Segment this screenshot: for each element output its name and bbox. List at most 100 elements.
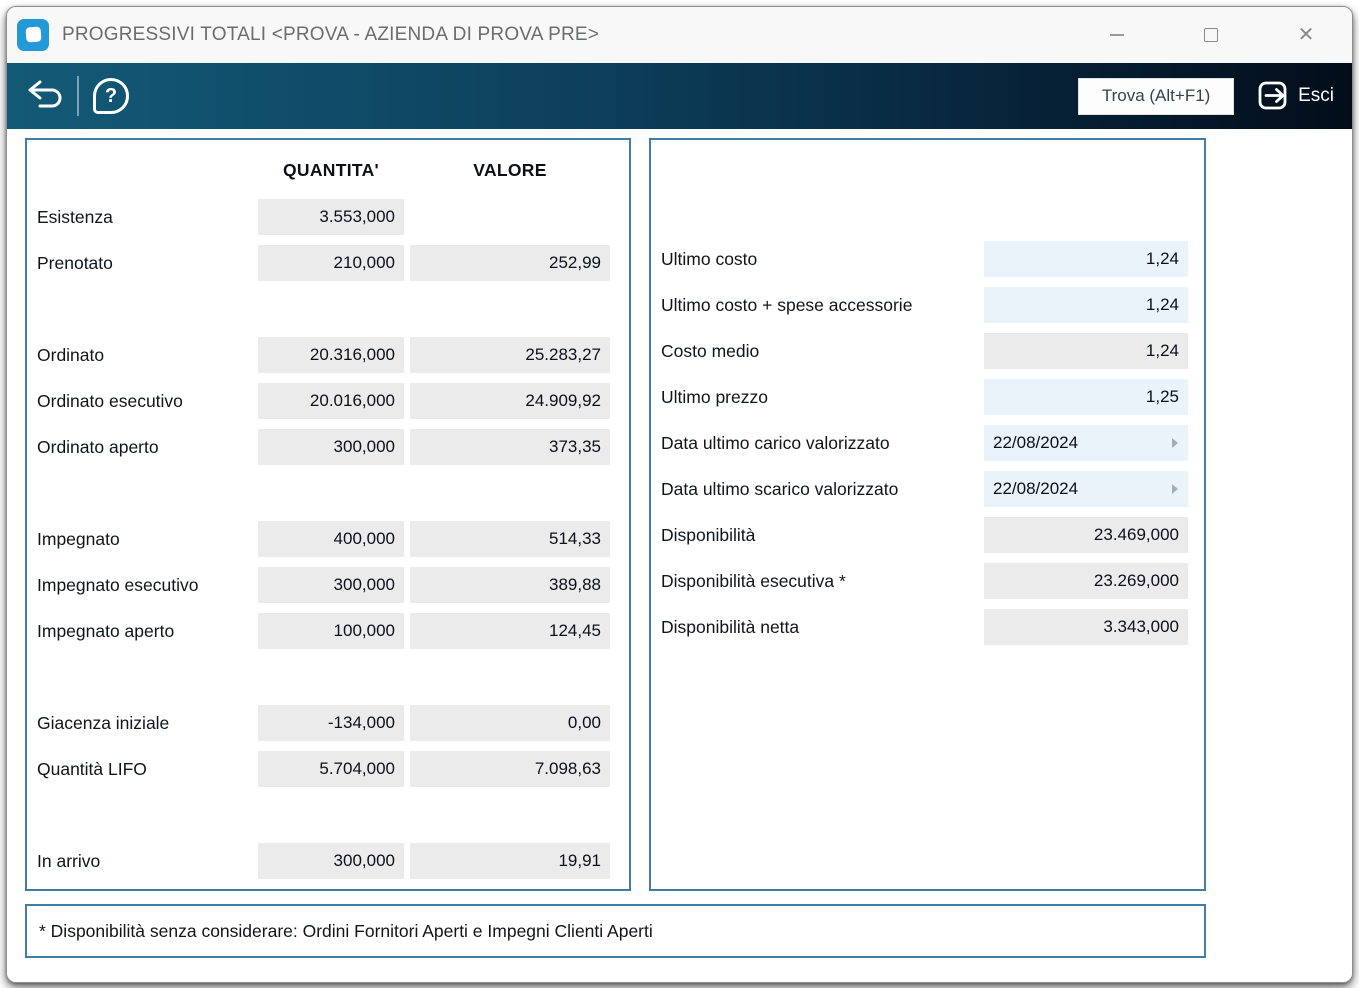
row-label: Impegnato aperto — [27, 621, 252, 642]
table-row-data-ultimo-carico: Data ultimo carico valorizzato 22/08/202… — [651, 420, 1204, 466]
chevron-right-icon — [1172, 438, 1178, 448]
data-ultimo-carico-field[interactable]: 22/08/2024 — [984, 425, 1188, 461]
table-row-disponibilita-esecutiva: Disponibilità esecutiva * 23.269,000 — [651, 558, 1204, 604]
disponibilita-field: 23.469,000 — [984, 517, 1188, 553]
table-row-quantita-lifo: Quantità LIFO 5.704,000 7.098,63 — [27, 746, 629, 792]
exit-button[interactable]: Esci — [1256, 79, 1334, 113]
table-row-costo-medio: Costo medio 1,24 — [651, 328, 1204, 374]
minimize-icon — [1110, 34, 1124, 36]
help-button[interactable]: ? — [85, 74, 137, 118]
help-icon: ? — [93, 78, 129, 114]
table-row-ordinato-aperto: Ordinato aperto 300,000 373,35 — [27, 424, 629, 470]
table-row-ultimo-costo: Ultimo costo 1,24 — [651, 236, 1204, 282]
impegnato-value-field: 514,33 — [410, 521, 610, 557]
table-row-ordinato-esecutivo: Ordinato esecutivo 20.016,000 24.909,92 — [27, 378, 629, 424]
undo-arrow-icon — [24, 79, 66, 113]
exit-button-label: Esci — [1298, 85, 1334, 107]
value-column-header: VALORE — [410, 160, 610, 181]
row-label: Ordinato — [27, 345, 252, 366]
date-value: 22/08/2024 — [993, 479, 1078, 498]
ordinato-aperto-quantity-field: 300,000 — [258, 429, 404, 465]
impegnato-esecutivo-value-field: 389,88 — [410, 567, 610, 603]
maximize-icon — [1204, 28, 1218, 42]
minimize-button[interactable] — [1089, 7, 1145, 63]
exit-icon — [1256, 79, 1290, 113]
content-area: QUANTITA' VALORE Esistenza 3.553,000 Pre… — [7, 129, 1352, 983]
table-row-impegnato-aperto: Impegnato aperto 100,000 124,45 — [27, 608, 629, 654]
costo-medio-field: 1,24 — [984, 333, 1188, 369]
row-label: Ultimo costo — [651, 249, 978, 270]
prenotato-value-field: 252,99 — [410, 245, 610, 281]
disponibilita-netta-field: 3.343,000 — [984, 609, 1188, 645]
quantita-lifo-quantity-field: 5.704,000 — [258, 751, 404, 787]
table-row-data-ultimo-scarico: Data ultimo scarico valorizzato 22/08/20… — [651, 466, 1204, 512]
table-row-disponibilita-netta: Disponibilità netta 3.343,000 — [651, 604, 1204, 650]
app-window: PROGRESSIVI TOTALI <PROVA - AZIENDA DI P… — [6, 6, 1353, 983]
quantity-column-header: QUANTITA' — [258, 160, 404, 181]
row-label: Costo medio — [651, 341, 978, 362]
row-label: Ultimo prezzo — [651, 387, 978, 408]
table-row-prenotato: Prenotato 210,000 252,99 — [27, 240, 629, 286]
table-row-ultimo-prezzo: Ultimo prezzo 1,25 — [651, 374, 1204, 420]
table-row-impegnato-esecutivo: Impegnato esecutivo 300,000 389,88 — [27, 562, 629, 608]
row-spacer — [27, 792, 629, 838]
impegnato-esecutivo-quantity-field: 300,000 — [258, 567, 404, 603]
row-label: Disponibilità — [651, 525, 978, 546]
ultimo-costo-spese-field[interactable]: 1,24 — [984, 287, 1188, 323]
ordinato-aperto-value-field: 373,35 — [410, 429, 610, 465]
find-button[interactable]: Trova (Alt+F1) — [1078, 78, 1234, 115]
find-button-label: Trova (Alt+F1) — [1102, 86, 1210, 106]
row-spacer — [27, 470, 629, 516]
back-button[interactable] — [19, 74, 71, 118]
totals-header-row: QUANTITA' VALORE — [27, 150, 629, 190]
title-bar: PROGRESSIVI TOTALI <PROVA - AZIENDA DI P… — [7, 7, 1352, 63]
toolbar-separator — [77, 76, 79, 116]
maximize-button[interactable] — [1183, 7, 1239, 63]
row-label: Ordinato esecutivo — [27, 391, 252, 412]
giacenza-iniziale-quantity-field: -134,000 — [258, 705, 404, 741]
row-label: Data ultimo carico valorizzato — [651, 433, 978, 454]
window-title: PROGRESSIVI TOTALI <PROVA - AZIENDA DI P… — [62, 24, 599, 46]
impegnato-aperto-value-field: 124,45 — [410, 613, 610, 649]
ordinato-esecutivo-quantity-field: 20.016,000 — [258, 383, 404, 419]
row-label: Impegnato — [27, 529, 252, 550]
row-label: Impegnato esecutivo — [27, 575, 252, 596]
ultimo-prezzo-field[interactable]: 1,25 — [984, 379, 1188, 415]
in-arrivo-value-field: 19,91 — [410, 843, 610, 879]
table-row-esistenza: Esistenza 3.553,000 — [27, 194, 629, 240]
row-label: Prenotato — [27, 253, 252, 274]
toolbar-right: Trova (Alt+F1) Esci — [1078, 63, 1334, 129]
row-spacer — [27, 654, 629, 700]
giacenza-iniziale-value-field: 0,00 — [410, 705, 610, 741]
table-row-impegnato: Impegnato 400,000 514,33 — [27, 516, 629, 562]
impegnato-quantity-field: 400,000 — [258, 521, 404, 557]
row-label: Quantità LIFO — [27, 759, 252, 780]
table-row-giacenza-iniziale: Giacenza iniziale -134,000 0,00 — [27, 700, 629, 746]
toolbar: ? Trova (Alt+F1) Esci — [7, 63, 1352, 129]
row-label: Data ultimo scarico valorizzato — [651, 479, 978, 500]
table-row-in-arrivo: In arrivo 300,000 19,91 — [27, 838, 629, 884]
row-spacer — [27, 286, 629, 332]
costs-panel: Ultimo costo 1,24 Ultimo costo + spese a… — [649, 138, 1206, 891]
table-row-ultimo-costo-spese: Ultimo costo + spese accessorie 1,24 — [651, 282, 1204, 328]
ordinato-value-field: 25.283,27 — [410, 337, 610, 373]
impegnato-aperto-quantity-field: 100,000 — [258, 613, 404, 649]
esistenza-quantity-field: 3.553,000 — [258, 199, 404, 235]
date-value: 22/08/2024 — [993, 433, 1078, 452]
table-row-ordinato: Ordinato 20.316,000 25.283,27 — [27, 332, 629, 378]
row-label: Disponibilità esecutiva * — [651, 571, 978, 592]
close-button[interactable]: ✕ — [1278, 7, 1334, 63]
table-row-disponibilita: Disponibilità 23.469,000 — [651, 512, 1204, 558]
ultimo-costo-field[interactable]: 1,24 — [984, 241, 1188, 277]
prenotato-quantity-field: 210,000 — [258, 245, 404, 281]
ordinato-esecutivo-value-field: 24.909,92 — [410, 383, 610, 419]
row-label: Ordinato aperto — [27, 437, 252, 458]
data-ultimo-scarico-field[interactable]: 22/08/2024 — [984, 471, 1188, 507]
in-arrivo-quantity-field: 300,000 — [258, 843, 404, 879]
disponibilita-esecutiva-field: 23.269,000 — [984, 563, 1188, 599]
row-label: In arrivo — [27, 851, 252, 872]
footnote-text: * Disponibilità senza considerare: Ordin… — [39, 921, 653, 942]
app-logo-icon — [17, 19, 49, 51]
row-label: Ultimo costo + spese accessorie — [651, 295, 978, 316]
close-icon: ✕ — [1298, 25, 1315, 45]
